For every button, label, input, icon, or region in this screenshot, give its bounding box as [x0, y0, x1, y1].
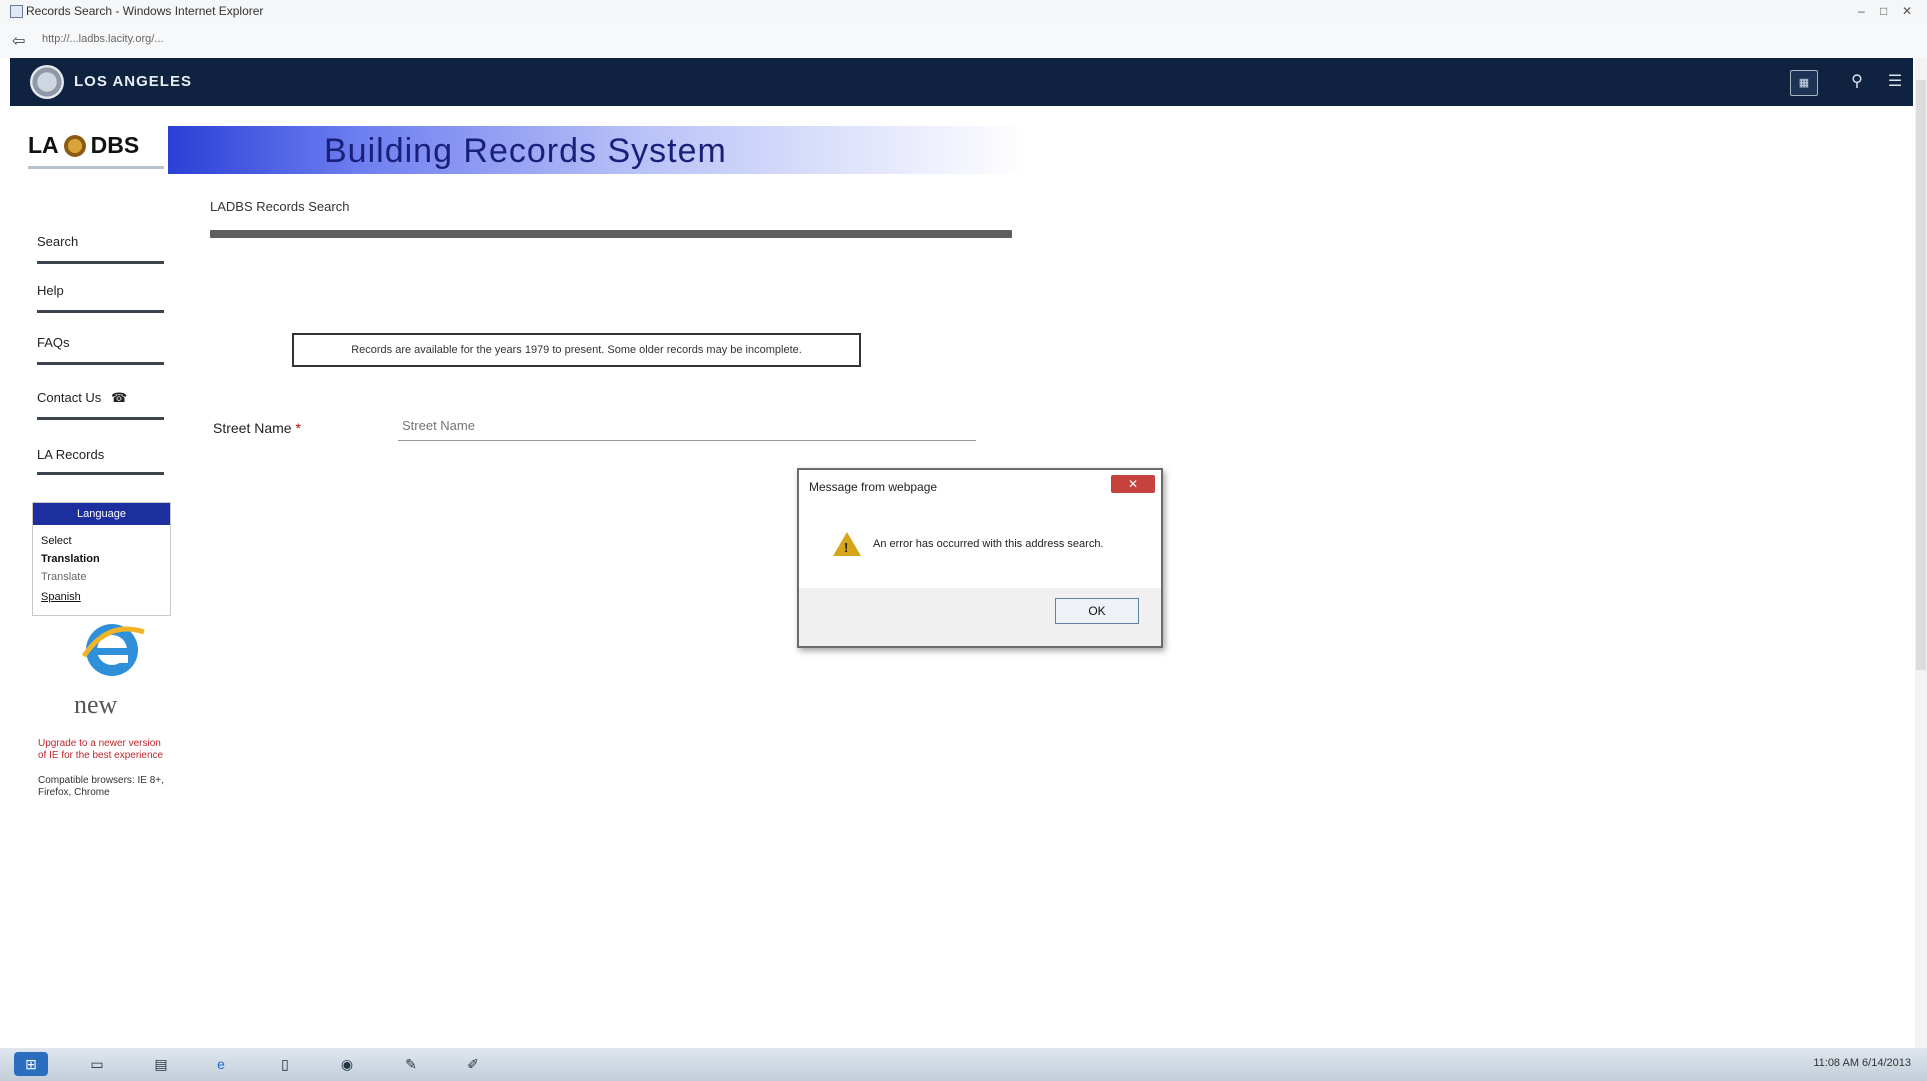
logo-left: LA [28, 132, 59, 158]
section-divider [210, 230, 1012, 238]
nav-item-la-records[interactable]: LA Records [37, 447, 164, 462]
scrollbar-thumb[interactable] [1916, 80, 1926, 670]
ok-button[interactable]: OK [1055, 598, 1139, 624]
ie-new-label: new [74, 690, 118, 719]
language-option[interactable]: Translate [41, 571, 86, 583]
street-name-input[interactable] [398, 410, 976, 441]
taskbar: ⊞ ▭ ▤ e ▯ ◉ ✎ ✐ 11:08 AM 6/14/2013 [0, 1048, 1927, 1081]
ie-upgrade-link[interactable]: Upgrade to a newer version of IE for the… [38, 738, 168, 762]
city-sun-icon [63, 135, 86, 157]
nav-divider [37, 310, 164, 313]
close-icon[interactable]: ✕ [1111, 475, 1155, 493]
taskbar-clock[interactable]: 11:08 AM 6/14/2013 [1813, 1057, 1911, 1069]
taskbar-ie-icon[interactable]: e [208, 1052, 234, 1076]
logo-underline [28, 166, 164, 169]
city-header: LOS ANGELES ▦ ⚲ ☰ [10, 58, 1913, 106]
city-name[interactable]: LOS ANGELES [74, 73, 192, 90]
banner-title: Building Records System [324, 132, 727, 170]
app-icon [10, 5, 23, 18]
phone-icon: ☎ [110, 390, 128, 405]
maximize-icon[interactable]: □ [1880, 4, 1887, 18]
warning-icon-mark: ! [844, 540, 849, 555]
alert-dialog: Message from webpage ✕ ! An error has oc… [797, 468, 1163, 648]
address-bar: ⇦ http://...ladbs.lacity.org/... [0, 22, 1927, 58]
language-header[interactable]: Language [33, 503, 170, 525]
back-arrow-icon[interactable]: ⇦ [12, 31, 25, 51]
street-name-label: Street Name * [213, 420, 301, 436]
address-url[interactable]: http://...ladbs.lacity.org/... [42, 33, 163, 45]
nav-divider [37, 261, 164, 264]
nav-divider [37, 417, 164, 420]
nav-item-label: Contact Us [37, 390, 102, 405]
taskbar-document-icon[interactable]: ▯ [272, 1052, 298, 1076]
logo-right: DBS [90, 132, 140, 158]
internet-explorer-icon[interactable] [78, 616, 148, 682]
nav-divider [37, 472, 164, 475]
field-label-text: Street Name [213, 420, 292, 436]
taskbar-desktop-icon[interactable]: ▭ [84, 1052, 110, 1076]
nav-item-search[interactable]: Search [37, 234, 164, 249]
window-titlebar: Records Search - Windows Internet Explor… [0, 0, 1927, 22]
page-banner: Building Records System [168, 126, 1028, 174]
language-selector[interactable]: Language Select Translation Translate Sp… [32, 502, 171, 616]
search-icon[interactable]: ⚲ [1844, 70, 1870, 94]
dialog-message: An error has occurred with this address … [873, 538, 1104, 550]
taskbar-folder-icon[interactable]: ▤ [148, 1052, 174, 1076]
ie-compat-text: Compatible browsers: IE 8+, Firefox, Chr… [38, 775, 164, 798]
language-option[interactable]: Spanish [41, 591, 81, 603]
nav-item-help[interactable]: Help [37, 283, 164, 298]
nav-item-faqs[interactable]: FAQs [37, 335, 164, 350]
language-option[interactable]: Translation [41, 553, 100, 565]
window-title: Records Search - Windows Internet Explor… [26, 4, 264, 18]
ladbs-logo[interactable]: LA DBS [28, 132, 139, 159]
nav-divider [37, 362, 164, 365]
dialog-title: Message from webpage [809, 480, 938, 494]
records-notice: Records are available for the years 1979… [292, 333, 861, 367]
grid-menu-icon[interactable]: ☰ [1882, 70, 1908, 94]
minimize-icon[interactable]: – [1858, 4, 1865, 18]
nav-item-contact[interactable]: Contact Us ☎ [37, 390, 164, 406]
start-button-icon[interactable]: ⊞ [14, 1052, 48, 1076]
language-option[interactable]: Select [41, 535, 72, 547]
city-seal-icon [30, 65, 64, 99]
taskbar-notes-icon[interactable]: ✎ [398, 1052, 424, 1076]
menu-toggle-icon[interactable]: ▦ [1790, 70, 1818, 96]
breadcrumb: LADBS Records Search [210, 199, 350, 214]
taskbar-tool-icon[interactable]: ✐ [460, 1052, 486, 1076]
taskbar-app-icon[interactable]: ◉ [334, 1052, 360, 1076]
close-window-icon[interactable]: ✕ [1902, 4, 1912, 18]
